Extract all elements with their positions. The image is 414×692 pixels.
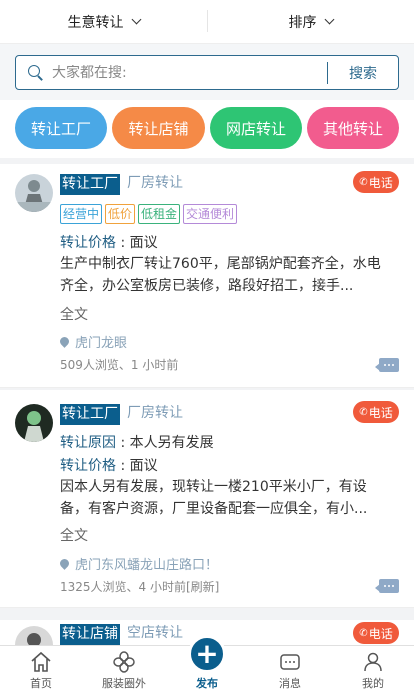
search-area: 搜索: [0, 44, 414, 100]
reason-row: 转让原因 : 本人另有发展: [60, 433, 214, 453]
category-label: 网店转让: [225, 119, 286, 138]
full-text-link[interactable]: 全文: [60, 525, 88, 545]
phone-icon: ✆: [359, 406, 368, 418]
clover-icon: [112, 649, 136, 675]
reason-value: 本人另有发展: [129, 435, 214, 451]
category-pills: 转让工厂 转让店铺 网店转让 其他转让: [0, 100, 414, 158]
filter-business-transfer[interactable]: 生意转让: [0, 12, 207, 32]
feature-badge: 交通便利: [183, 204, 238, 224]
listing-category: 厂房转让: [127, 175, 183, 191]
location-text: 虎门东风蟠龙山庄路口！: [75, 558, 219, 573]
user-icon: [361, 649, 385, 675]
feature-badge: 经营中: [60, 204, 103, 224]
category-transfer-shop[interactable]: 转让店铺: [112, 107, 205, 149]
price-label: 转让价格: [60, 235, 116, 251]
listing-card[interactable]: 转让工厂 厂房转让 ✆ 电话 经营中 低价 低租金 交通便利 转让价格 : 面议…: [0, 164, 414, 388]
colon: :: [116, 458, 130, 474]
listing-type-tag: 转让工厂: [60, 404, 120, 425]
filter-sort[interactable]: 排序: [207, 12, 414, 32]
listing-type-tag: 转让工厂: [60, 174, 120, 195]
category-label: 转让店铺: [128, 119, 189, 138]
category-other[interactable]: 其他转让: [307, 107, 399, 149]
price-label: 转让价格: [60, 458, 116, 474]
category-label: 其他转让: [322, 119, 383, 138]
listing-category: 空店转让: [127, 625, 183, 641]
price-row: 转让价格 : 面议: [60, 233, 158, 253]
full-text-link[interactable]: 全文: [60, 304, 88, 324]
message-icon: [278, 649, 302, 675]
home-icon: [29, 649, 53, 675]
listing-meta: 509人浏览、1 小时前: [60, 358, 179, 372]
comment-icon[interactable]: [375, 358, 399, 372]
search-input[interactable]: [52, 64, 327, 81]
chevron-down-icon: [131, 14, 141, 25]
call-button-label: 电话: [368, 175, 393, 190]
call-button[interactable]: ✆ 电话: [353, 171, 399, 193]
tab-messages-label: 消息: [279, 677, 301, 690]
search-button[interactable]: 搜索: [328, 63, 398, 83]
phone-icon: ✆: [359, 627, 368, 639]
listing-location: 虎门东风蟠龙山庄路口！: [58, 554, 219, 573]
tab-mine[interactable]: 我的: [332, 646, 414, 692]
listing-meta: 1325人浏览、4 小时前[刷新]: [60, 580, 220, 594]
listing-description: 因本人另有发展，现转让一楼210平米小厂，有设备，有客户资源，厂里设备配套一应俱…: [60, 479, 368, 517]
call-button-label: 电话: [368, 405, 393, 420]
section-divider: [0, 608, 414, 620]
chevron-down-icon: [324, 14, 334, 25]
search-box: 搜索: [15, 55, 399, 90]
listing-type-tag: 转让店铺: [60, 624, 120, 645]
avatar: [15, 404, 53, 442]
feature-badges: 经营中 低价 低租金 交通便利: [60, 204, 238, 224]
price-value: 面议: [129, 458, 158, 474]
filter-bar: 生意转让 排序: [0, 0, 414, 44]
publish-button[interactable]: +: [188, 635, 226, 673]
plus-icon: +: [195, 637, 219, 670]
avatar: [15, 174, 53, 212]
tab-home-label: 首页: [30, 677, 52, 690]
category-label: 转让工厂: [30, 119, 91, 138]
colon: :: [116, 235, 130, 251]
comment-icon[interactable]: [375, 579, 399, 593]
category-online-shop[interactable]: 网店转让: [210, 107, 302, 149]
tab-mine-label: 我的: [362, 677, 384, 690]
feature-badge: 低租金: [138, 204, 181, 224]
location-pin-icon: [58, 335, 71, 348]
price-value: 面议: [129, 235, 158, 251]
reason-label: 转让原因: [60, 435, 116, 451]
listing-location: 虎门龙眼: [58, 332, 128, 351]
tab-circle[interactable]: 服装圈外: [83, 646, 165, 692]
listing-description: 生产中制衣厂转让760平，尾部锅炉配套齐全，水电齐全，办公室板房已装修，路段好招…: [60, 256, 381, 294]
call-button-label: 电话: [368, 626, 393, 641]
phone-icon: ✆: [359, 176, 368, 188]
location-pin-icon: [58, 557, 71, 570]
colon: :: [116, 435, 130, 451]
category-transfer-factory[interactable]: 转让工厂: [15, 107, 107, 149]
feature-badge: 低价: [105, 204, 136, 224]
filter-sort-label: 排序: [288, 14, 317, 31]
call-button[interactable]: ✆ 电话: [353, 622, 399, 644]
search-icon: [28, 64, 44, 81]
filter-business-transfer-label: 生意转让: [67, 14, 124, 31]
listing-card[interactable]: 转让工厂 厂房转让 ✆ 电话 转让原因 : 本人另有发展 转让价格 : 面议 因…: [0, 390, 414, 608]
tab-publish-label: 发布: [196, 677, 218, 690]
location-text: 虎门龙眼: [75, 336, 128, 351]
call-button[interactable]: ✆ 电话: [353, 401, 399, 423]
tab-home[interactable]: 首页: [0, 646, 82, 692]
listing-category: 厂房转让: [127, 405, 183, 421]
tab-circle-label: 服装圈外: [102, 677, 146, 690]
tab-messages[interactable]: 消息: [249, 646, 331, 692]
price-row: 转让价格 : 面议: [60, 456, 158, 476]
